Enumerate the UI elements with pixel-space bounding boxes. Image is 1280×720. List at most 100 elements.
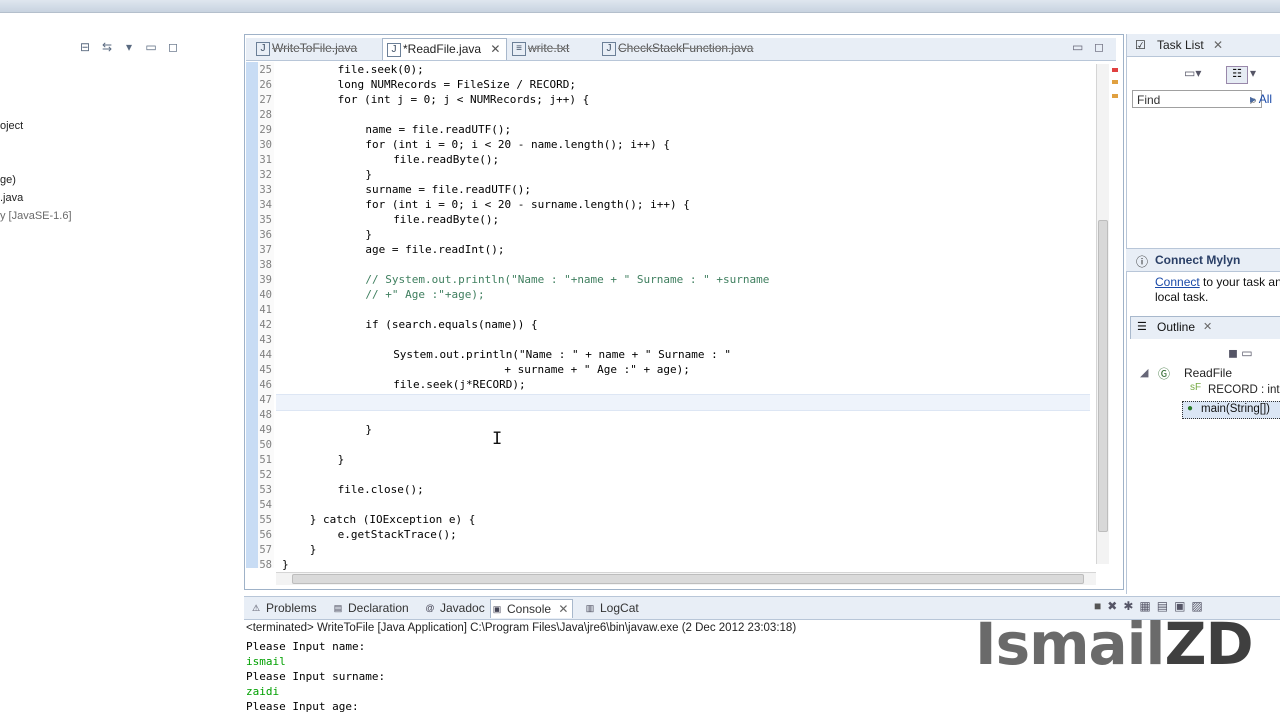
error-marker[interactable]	[1112, 68, 1118, 72]
collapse-all-icon[interactable]: ⊟	[78, 40, 92, 54]
code-line[interactable]: file.close();	[338, 483, 424, 496]
tree-item-project[interactable]: oject	[0, 120, 23, 132]
line-number: 53	[259, 484, 272, 496]
line-number: 35	[259, 214, 272, 226]
editor-minimize-icon[interactable]: ▭	[1072, 40, 1083, 54]
code-line[interactable]: for (int i = 0; i < 20 - surname.length(…	[365, 198, 690, 211]
tab-write-txt[interactable]: ≡ write.txt	[508, 38, 575, 59]
editor-area	[244, 34, 1124, 590]
outline-item-method-selected[interactable]: ● main(String[])	[1182, 401, 1280, 419]
code-line[interactable]: for (int j = 0; j < NUMRecords; j++) {	[338, 93, 590, 106]
code-line[interactable]: }	[365, 168, 372, 181]
problems-icon: ⚠	[251, 603, 261, 613]
tab-label: CheckStackFunction.java	[618, 41, 754, 55]
code-line[interactable]: if (search.equals(name)) {	[365, 318, 537, 331]
code-line[interactable]: file.seek(0);	[338, 63, 424, 76]
expand-arrow-icon[interactable]: ◢	[1140, 366, 1148, 379]
code-line[interactable]: age = file.readInt();	[365, 243, 504, 256]
tree-item-jre-library[interactable]: y [JavaSE-1.6]	[0, 210, 72, 222]
all-label: All	[1258, 92, 1273, 106]
code-line[interactable]: file.seek(j*RECORD);	[393, 378, 525, 391]
code-line[interactable]: e.getStackTrace();	[338, 528, 457, 541]
tab-logcat[interactable]: ▥ LogCat	[584, 599, 639, 617]
code-line[interactable]: // System.out.println("Name : "+name + "…	[365, 273, 769, 286]
view-menu-icon[interactable]: ▾	[122, 40, 136, 54]
code-line[interactable]: for (int i = 0; i < 20 - name.length(); …	[365, 138, 670, 151]
tree-item-java-file[interactable]: .java	[0, 192, 23, 204]
code-line[interactable]: } catch (IOException e) {	[310, 513, 476, 526]
close-view-icon[interactable]: ✕	[1213, 38, 1223, 52]
close-tab-icon[interactable]: ✕	[490, 42, 500, 56]
overview-ruler[interactable]	[1110, 64, 1120, 564]
console-output-line: Please Input name:	[246, 640, 366, 653]
minimize-icon[interactable]: ▭	[144, 40, 158, 54]
java-file-icon: J	[387, 43, 401, 57]
current-line-highlight	[276, 394, 1090, 411]
editor-vertical-scroll-thumb[interactable]	[1098, 220, 1108, 532]
line-number: 26	[259, 79, 272, 91]
watermark-logo: IsmailZD	[975, 612, 1254, 676]
tab-problems[interactable]: ⚠ Problems	[250, 599, 317, 617]
code-line[interactable]: }	[338, 453, 345, 466]
tab-label: Javadoc	[440, 601, 485, 615]
tab-readfile[interactable]: J *ReadFile.java ✕	[382, 38, 508, 60]
mylyn-title: Connect Mylyn	[1155, 253, 1241, 267]
console-output-line: Please Input age:	[246, 700, 359, 713]
all-filter-link[interactable]: ▸ All	[1250, 92, 1272, 106]
find-placeholder: Find	[1137, 93, 1161, 107]
code-line[interactable]: long NUMRecords = FileSize / RECORD;	[338, 78, 576, 91]
task-list-header: ☑ Task List ✕	[1127, 34, 1280, 57]
code-line[interactable]: }	[365, 423, 372, 436]
code-line[interactable]: }	[365, 228, 372, 241]
tab-declaration[interactable]: ▤ Declaration	[332, 599, 409, 617]
tab-writetofile[interactable]: J WriteToFile.java	[252, 38, 363, 59]
code-line[interactable]: file.readByte();	[393, 213, 499, 226]
line-number: 32	[259, 169, 272, 181]
code-line[interactable]: }	[282, 558, 289, 571]
tab-checkstackfunction[interactable]: J CheckStackFunction.java	[598, 38, 759, 59]
tab-label: Console	[507, 602, 552, 616]
tab-label: Declaration	[348, 601, 409, 615]
code-line[interactable]: }	[310, 543, 317, 556]
task-list-title[interactable]: Task List	[1157, 38, 1204, 52]
tree-item-package[interactable]: ge)	[0, 174, 16, 186]
categorize-icon[interactable]: ☷	[1226, 66, 1248, 84]
code-line[interactable]: surname = file.readUTF();	[365, 183, 531, 196]
maximize-icon[interactable]: ◻	[166, 40, 180, 54]
link-editor-icon[interactable]: ⇆	[100, 40, 114, 54]
code-line[interactable]: + surname + " Age :" + age);	[504, 363, 689, 376]
new-task-icon[interactable]: ▭▾	[1184, 66, 1201, 80]
tab-javadoc[interactable]: @ Javadoc	[424, 599, 485, 617]
connect-link[interactable]: Connect	[1155, 275, 1200, 289]
outline-toolbar-icon[interactable]: ◼ ▭	[1228, 346, 1253, 360]
line-number: 56	[259, 529, 272, 541]
tab-console[interactable]: ▣ Console ✕	[490, 599, 574, 618]
code-line[interactable]: file.readByte();	[393, 153, 499, 166]
line-number: 37	[259, 244, 272, 256]
editor-horizontal-scroll-thumb[interactable]	[292, 574, 1084, 584]
close-view-icon[interactable]: ✕	[558, 602, 568, 616]
package-explorer	[0, 34, 238, 594]
method-icon: ●	[1187, 403, 1194, 414]
outline-item-method: main(String[])	[1201, 403, 1271, 415]
code-line[interactable]: // +" Age :"+age);	[365, 288, 484, 301]
class-icon: Ⓖ	[1158, 367, 1171, 381]
warning-marker[interactable]	[1112, 80, 1118, 84]
code-line[interactable]: name = file.readUTF();	[365, 123, 511, 136]
editor-maximize-icon[interactable]: ◻	[1094, 40, 1104, 54]
task-find-input[interactable]: Find ⌕	[1132, 90, 1262, 108]
outline-title[interactable]: Outline	[1157, 320, 1195, 334]
line-number: 52	[259, 469, 272, 481]
line-number: 25	[259, 64, 272, 76]
tab-label: WriteToFile.java	[272, 41, 358, 55]
close-view-icon[interactable]: ✕	[1203, 320, 1212, 333]
line-number: 39	[259, 274, 272, 286]
warning-marker[interactable]	[1112, 94, 1118, 98]
line-number: 33	[259, 184, 272, 196]
outline-item-field[interactable]: RECORD : int	[1208, 384, 1280, 396]
mylyn-text: to your task an	[1199, 275, 1280, 289]
editor-tab-bar: J WriteToFile.java J *ReadFile.java ✕ ≡ …	[246, 38, 1116, 61]
outline-item-class[interactable]: ReadFile	[1184, 366, 1232, 380]
code-line[interactable]: System.out.println("Name : " + name + " …	[393, 348, 731, 361]
view-menu-icon[interactable]: ▾	[1250, 66, 1256, 80]
